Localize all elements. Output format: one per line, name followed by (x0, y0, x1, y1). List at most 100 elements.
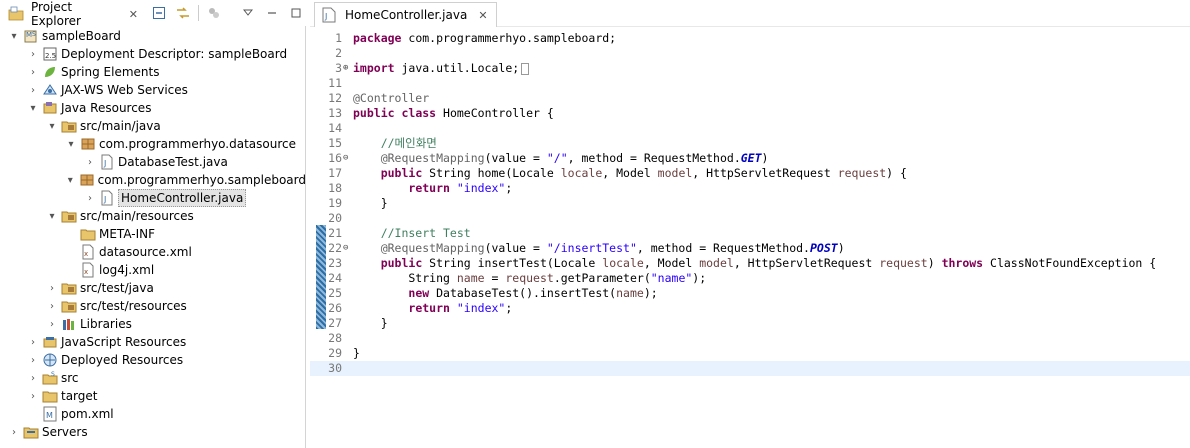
tree-item[interactable]: ▾ M SsampleBoard (0, 27, 306, 45)
code-line[interactable]: 11 (310, 76, 1190, 91)
expanded-arrow-icon[interactable]: ▾ (8, 27, 20, 45)
code-line[interactable]: 18 return "index"; (310, 181, 1190, 196)
tree-item[interactable]: › JAX-WS Web Services (0, 81, 306, 99)
expanded-arrow-icon[interactable]: ▾ (65, 135, 77, 153)
close-icon[interactable]: ✕ (129, 8, 138, 21)
code-token: public (380, 166, 423, 180)
tree-item[interactable]: › Servers (0, 423, 306, 441)
tree-item[interactable]: ▾ src/main/resources (0, 207, 306, 225)
collapsed-arrow-icon[interactable]: › (46, 297, 58, 315)
code-line[interactable]: 25 new DatabaseTest().insertTest(name); (310, 286, 1190, 301)
code-line[interactable]: 29} (310, 346, 1190, 361)
tree-item[interactable]: › Deployed Resources (0, 351, 306, 369)
tree-item[interactable]: x log4j.xml (0, 261, 306, 279)
code-line[interactable]: 23 public String insertTest(Locale local… (310, 256, 1190, 271)
tree-item[interactable]: › 2.5 Deployment Descriptor: sampleBoard (0, 45, 306, 63)
tree-item[interactable]: › src/test/resources (0, 297, 306, 315)
tree-item[interactable]: ▾ Java Resources (0, 99, 306, 117)
deployment-descriptor-icon: 2.5 (42, 46, 58, 62)
collapsed-arrow-icon[interactable]: › (84, 189, 96, 207)
filter-icon[interactable] (205, 4, 223, 22)
code-line[interactable]: 16 ⊖ @RequestMapping(value = "/", method … (310, 151, 1190, 166)
code-line[interactable]: 28 (310, 331, 1190, 346)
code-line[interactable]: 15 //메인화면 (310, 136, 1190, 151)
tree-item[interactable]: › src/test/java (0, 279, 306, 297)
expanded-arrow-icon[interactable]: ▾ (27, 99, 39, 117)
code-line[interactable]: 30 (310, 361, 1190, 376)
expanded-arrow-icon[interactable]: ▾ (46, 207, 58, 225)
collapsed-arrow-icon[interactable]: › (27, 45, 39, 63)
tree-item[interactable]: x datasource.xml (0, 243, 306, 261)
code-token: name (616, 286, 644, 300)
code-line[interactable]: 17 public String home(Locale locale, Mod… (310, 166, 1190, 181)
code-token: String (353, 271, 457, 285)
package-icon (79, 172, 95, 188)
tree-item[interactable]: ▾ src/main/java (0, 117, 306, 135)
expanded-arrow-icon[interactable]: ▾ (46, 117, 58, 135)
line-number: 21 (328, 226, 342, 240)
fold-collapse-icon[interactable]: ⊖ (343, 241, 352, 256)
tree-item[interactable]: › JavaScript Resources (0, 333, 306, 351)
tree-item-label: target (61, 389, 98, 403)
code-line[interactable]: 12 @Controller (310, 91, 1190, 106)
code-token: return (408, 301, 450, 315)
tree-item[interactable]: › Libraries (0, 315, 306, 333)
fold-collapse-icon[interactable]: ⊖ (343, 151, 352, 166)
collapsed-arrow-icon[interactable]: › (46, 279, 58, 297)
svg-text:x: x (84, 250, 88, 258)
maven-pom-icon: M (42, 406, 58, 422)
tree-item[interactable]: META-INF (0, 225, 306, 243)
line-number: 30 (328, 361, 342, 375)
code-line[interactable]: 22 ⊖ @RequestMapping(value = "/insertTest… (310, 241, 1190, 256)
libraries-icon (61, 316, 77, 332)
link-with-editor-icon[interactable] (174, 4, 192, 22)
folded-region-icon[interactable] (521, 62, 530, 75)
collapsed-arrow-icon[interactable]: › (27, 387, 39, 405)
tree-item[interactable]: › Ssrc (0, 369, 306, 387)
tree-item[interactable]: ▾ com.programmerhyo.datasource (0, 135, 306, 153)
code-line[interactable]: 3 ⊕ import java.util.Locale; (310, 61, 1190, 76)
tree-item[interactable]: › J HomeController.java (0, 189, 306, 207)
code-line[interactable]: 1 package com.programmerhyo.sampleboard; (310, 31, 1190, 46)
java-file-icon: J (99, 154, 115, 170)
code-line[interactable]: 24 String name = request.getParameter("n… (310, 271, 1190, 286)
code-token: return (408, 181, 450, 195)
java-resources-icon (42, 100, 58, 116)
code-line[interactable]: 27 } (310, 316, 1190, 331)
code-token: , method = RequestMethod. (567, 151, 741, 165)
fold-expand-icon[interactable]: ⊕ (343, 61, 352, 76)
code-line[interactable]: 13 public class HomeController { (310, 106, 1190, 121)
code-line[interactable]: 2 (310, 46, 1190, 61)
code-text: new DatabaseTest().insertTest(name); (353, 286, 657, 301)
collapsed-arrow-icon[interactable]: › (46, 315, 58, 333)
tab-project-explorer[interactable]: Project Explorer ✕ (2, 0, 138, 28)
view-menu-icon[interactable] (239, 4, 257, 22)
svg-text:S: S (51, 371, 55, 378)
package-icon (80, 136, 96, 152)
code-area[interactable]: 1 package com.programmerhyo.sampleboard; 2… (310, 27, 1190, 448)
code-line[interactable]: 19 } (310, 196, 1190, 211)
code-line[interactable]: 14 (310, 121, 1190, 136)
tree-item[interactable]: Mpom.xml (0, 405, 306, 423)
code-line[interactable]: 20 (310, 211, 1190, 226)
collapsed-arrow-icon[interactable]: › (27, 81, 39, 99)
collapsed-arrow-icon[interactable]: › (27, 369, 39, 387)
tree-item[interactable]: › J DatabaseTest.java (0, 153, 306, 171)
tab-homecontroller-java[interactable]: J HomeController.java ✕ (314, 2, 497, 27)
code-line[interactable]: 21 //Insert Test (310, 226, 1190, 241)
tree-item[interactable]: › target (0, 387, 306, 405)
code-token: String insertTest(Locale (422, 256, 603, 270)
tree-item[interactable]: ▾ com.programmerhyo.sampleboard (0, 171, 306, 189)
expanded-arrow-icon[interactable]: ▾ (65, 171, 76, 189)
collapsed-arrow-icon[interactable]: › (84, 153, 96, 171)
minimize-icon[interactable] (263, 4, 281, 22)
collapse-all-icon[interactable] (150, 4, 168, 22)
collapsed-arrow-icon[interactable]: › (27, 333, 39, 351)
tree-item[interactable]: › Spring Elements (0, 63, 306, 81)
collapsed-arrow-icon[interactable]: › (27, 63, 39, 81)
close-icon[interactable]: ✕ (478, 9, 487, 22)
collapsed-arrow-icon[interactable]: › (8, 423, 20, 441)
collapsed-arrow-icon[interactable]: › (27, 351, 39, 369)
code-line[interactable]: 26 return "index"; (310, 301, 1190, 316)
maximize-icon[interactable] (287, 4, 305, 22)
